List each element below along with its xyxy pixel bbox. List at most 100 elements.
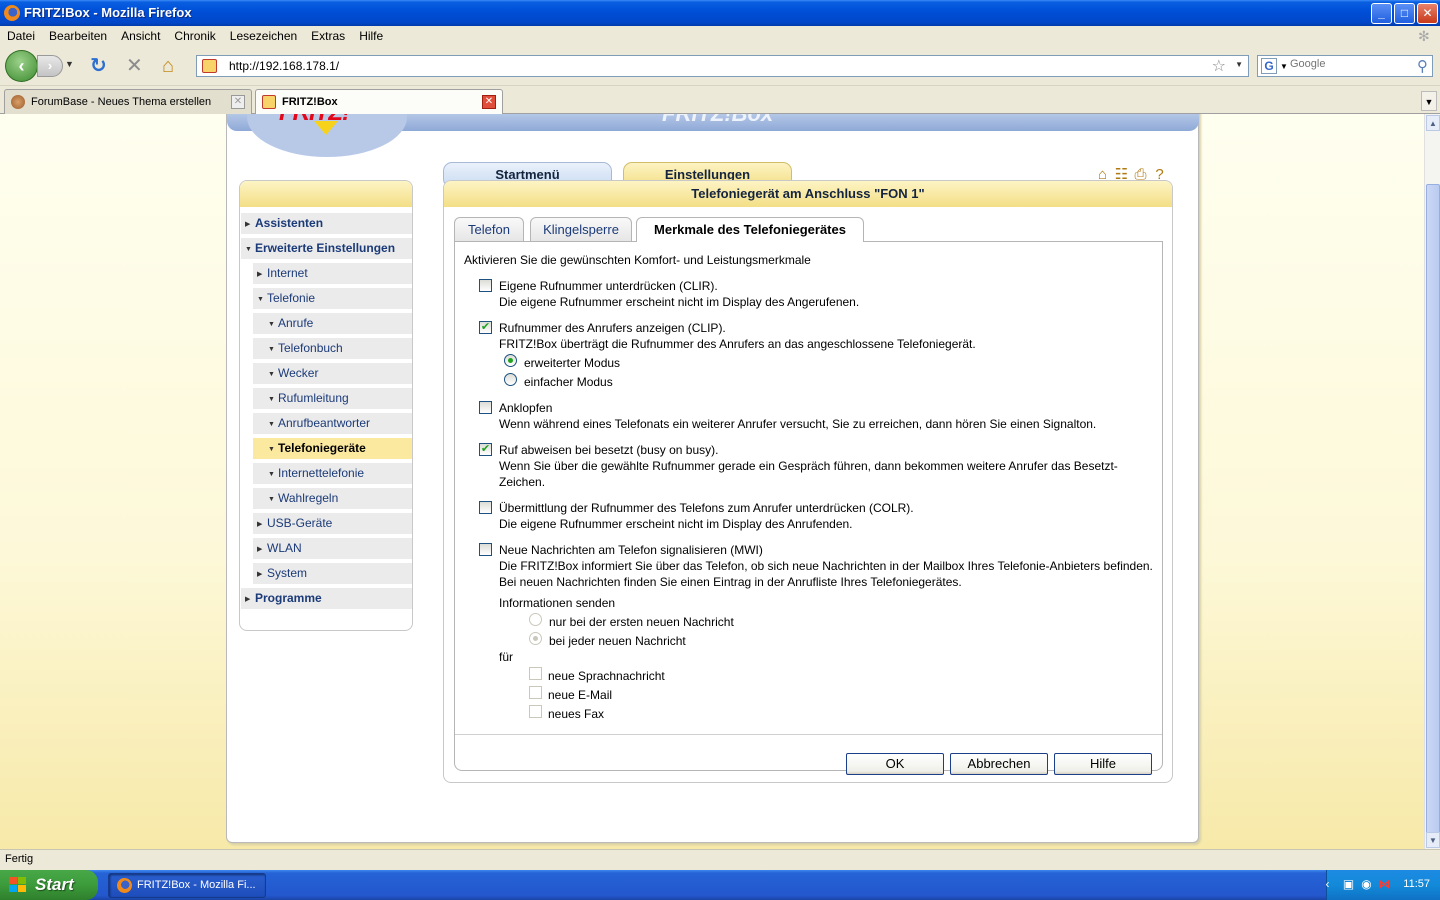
colr-checkbox[interactable] — [479, 501, 492, 514]
reload-icon[interactable]: ↻ — [90, 56, 107, 76]
home-icon[interactable]: ⌂ — [162, 56, 174, 76]
help-button[interactable]: Hilfe — [1054, 753, 1152, 775]
sidebar-item-erweiterte-einstellungen[interactable]: ▼ Erweiterte Einstellungen — [241, 238, 412, 259]
mwi-voicemail-label: neue Sprachnachricht — [548, 669, 665, 683]
window-title: FRITZ!Box - Mozilla Firefox — [24, 5, 192, 20]
scrollbar-thumb[interactable] — [1426, 184, 1440, 834]
back-button[interactable]: ‹ — [5, 50, 38, 82]
clip-checkbox[interactable]: ✔ — [479, 321, 492, 334]
sidebar-item-label: WLAN — [267, 541, 302, 555]
knock-checkbox[interactable] — [479, 401, 492, 414]
fritzbox-favicon-icon — [262, 95, 276, 109]
cancel-button[interactable]: Abbrechen — [950, 753, 1048, 775]
sidebar-item-rufumleitung[interactable]: ▼ Rufumleitung — [253, 388, 412, 409]
sidebar-item-wahlregeln[interactable]: ▼ Wahlregeln — [253, 488, 412, 509]
tab-forumbase[interactable]: ForumBase - Neues Thema erstellen ✕ — [4, 89, 252, 114]
minimize-button[interactable]: _ — [1371, 3, 1392, 24]
sidebar-item-system[interactable]: ▶ System — [253, 563, 412, 584]
sidebar-item-assistenten[interactable]: ▶ Assistenten — [241, 213, 412, 234]
tray-expand-icon[interactable]: ‹ — [1320, 877, 1335, 892]
scroll-down-icon[interactable]: ▼ — [1426, 832, 1440, 848]
start-button[interactable]: Start — [0, 870, 98, 900]
sidebar-item-wlan[interactable]: ▶ WLAN — [253, 538, 412, 559]
network-icon[interactable]: ▣ — [1341, 877, 1356, 892]
sidebar-item-internettelefonie[interactable]: ▼ Internettelefonie — [253, 463, 412, 484]
mwi-send-first-radio[interactable] — [529, 613, 542, 626]
tab-close-icon[interactable]: ✕ — [231, 95, 245, 109]
menu-bearbeiten[interactable]: Bearbeiten — [42, 26, 114, 43]
sidebar-item-label: Anrufe — [278, 316, 314, 330]
tab-klingelsperre[interactable]: Klingelsperre — [530, 217, 632, 241]
arrow-right-icon: ▶ — [257, 571, 263, 578]
search-input[interactable] — [1290, 58, 1410, 70]
mwi-fax-checkbox[interactable] — [529, 705, 542, 718]
tab-close-icon[interactable]: ✕ — [482, 95, 496, 109]
mwi-voicemail-checkbox[interactable] — [529, 667, 542, 680]
sidebar-item-programme[interactable]: ▶ Programme — [241, 588, 412, 609]
fritz-logo[interactable]: FRITZ! — [279, 114, 379, 135]
sidebar-item-anrufbeantworter[interactable]: ▼ Anrufbeantworter — [253, 413, 412, 434]
sidebar-item-telefonbuch[interactable]: ▼ Telefonbuch — [253, 338, 412, 359]
firefox-icon — [4, 5, 20, 21]
tab-list-dropdown-icon[interactable]: ▼ — [1421, 91, 1437, 111]
sidebar-item-telefonie[interactable]: ▼ Telefonie — [253, 288, 412, 309]
menu-bar: Datei Bearbeiten Ansicht Chronik Lesezeichen… — [0, 26, 1440, 46]
close-window-button[interactable]: ✕ — [1417, 3, 1438, 24]
forward-button[interactable]: › — [37, 55, 63, 77]
window-titlebar[interactable]: FRITZ!Box - Mozilla Firefox _ □ ✕ — [0, 0, 1440, 26]
mwi-send-each-radio[interactable] — [529, 632, 542, 645]
taskbar-firefox-item[interactable]: FRITZ!Box - Mozilla Fi... — [108, 873, 266, 898]
url-dropdown-icon[interactable]: ▼ — [1235, 60, 1243, 69]
arrow-right-icon: ▶ — [257, 271, 263, 278]
engine-dropdown-icon[interactable]: ▼ — [1280, 62, 1288, 71]
sidebar-item-label: Programme — [255, 591, 322, 605]
fritzbox-page: FRITZ!Box FRITZ! Startmenü Einstellungen… — [226, 114, 1199, 843]
mwi-checkbox[interactable] — [479, 543, 492, 556]
menu-lesezeichen[interactable]: Lesezeichen — [223, 26, 304, 43]
maximize-button[interactable]: □ — [1394, 3, 1415, 24]
clip-mode-simple-radio[interactable] — [504, 373, 517, 386]
mwi-fax-label: neues Fax — [548, 707, 605, 721]
page-viewport: FRITZ!Box FRITZ! Startmenü Einstellungen… — [0, 114, 1424, 849]
antivirus-icon[interactable]: ⋈ — [1377, 877, 1392, 892]
clip-mode-extended-label: erweiterter Modus — [524, 356, 621, 370]
vertical-scrollbar[interactable]: ▲ ▼ — [1424, 114, 1440, 849]
tab-fritzbox[interactable]: FRITZ!Box ✕ — [255, 89, 503, 115]
busy-checkbox[interactable]: ✔ — [479, 443, 492, 456]
bookmark-star-icon[interactable]: ☆ — [1212, 56, 1226, 76]
clir-checkbox[interactable] — [479, 279, 492, 292]
url-text[interactable]: http://192.168.178.1/ — [229, 59, 339, 73]
volume-icon[interactable]: ◉ — [1359, 877, 1374, 892]
menu-hilfe[interactable]: Hilfe — [352, 26, 390, 43]
history-dropdown-icon[interactable]: ▼ — [65, 59, 74, 69]
sidebar-item-usb-geräte[interactable]: ▶ USB-Geräte — [253, 513, 412, 534]
sidebar-item-internet[interactable]: ▶ Internet — [253, 263, 412, 284]
sidebar-item-anrufe[interactable]: ▼ Anrufe — [253, 313, 412, 334]
search-bar[interactable]: G ▼ ⚲ — [1257, 55, 1433, 77]
google-engine-icon[interactable]: G — [1261, 58, 1277, 74]
throbber-icon: ✻ — [1418, 28, 1430, 44]
button-separator — [455, 734, 1162, 735]
url-bar[interactable]: http://192.168.178.1/ ☆ ▼ — [196, 55, 1249, 77]
stop-icon[interactable]: ✕ — [126, 56, 143, 76]
search-icon[interactable]: ⚲ — [1417, 57, 1428, 75]
navigation-toolbar: ‹ › ▼ ↻ ✕ ⌂ http://192.168.178.1/ ☆ ▼ G … — [0, 46, 1440, 86]
scroll-up-icon[interactable]: ▲ — [1426, 115, 1440, 131]
menu-ansicht[interactable]: Ansicht — [114, 26, 167, 43]
clip-mode-extended-radio[interactable] — [504, 354, 517, 367]
menu-datei[interactable]: Datei — [0, 26, 42, 43]
sidebar-item-label: Internettelefonie — [278, 466, 365, 480]
tab-merkmale[interactable]: Merkmale des Telefoniegerätes — [636, 217, 864, 242]
mwi-email-checkbox[interactable] — [529, 686, 542, 699]
sidebar-item-wecker[interactable]: ▼ Wecker — [253, 363, 412, 384]
menu-chronik[interactable]: Chronik — [167, 26, 222, 43]
status-text: Fertig — [5, 853, 34, 865]
mwi-send-label: Informationen senden — [499, 596, 616, 610]
ok-button[interactable]: OK — [846, 753, 944, 775]
tab-telefon[interactable]: Telefon — [454, 217, 524, 241]
sidebar-item-telefoniegeräte[interactable]: ▼ Telefoniegeräte — [253, 438, 412, 459]
firefox-icon — [117, 878, 132, 893]
busy-label: Ruf abweisen bei besetzt (busy on busy). — [499, 443, 719, 457]
sidebar-item-label: Telefonie — [267, 291, 316, 305]
menu-extras[interactable]: Extras — [304, 26, 352, 43]
